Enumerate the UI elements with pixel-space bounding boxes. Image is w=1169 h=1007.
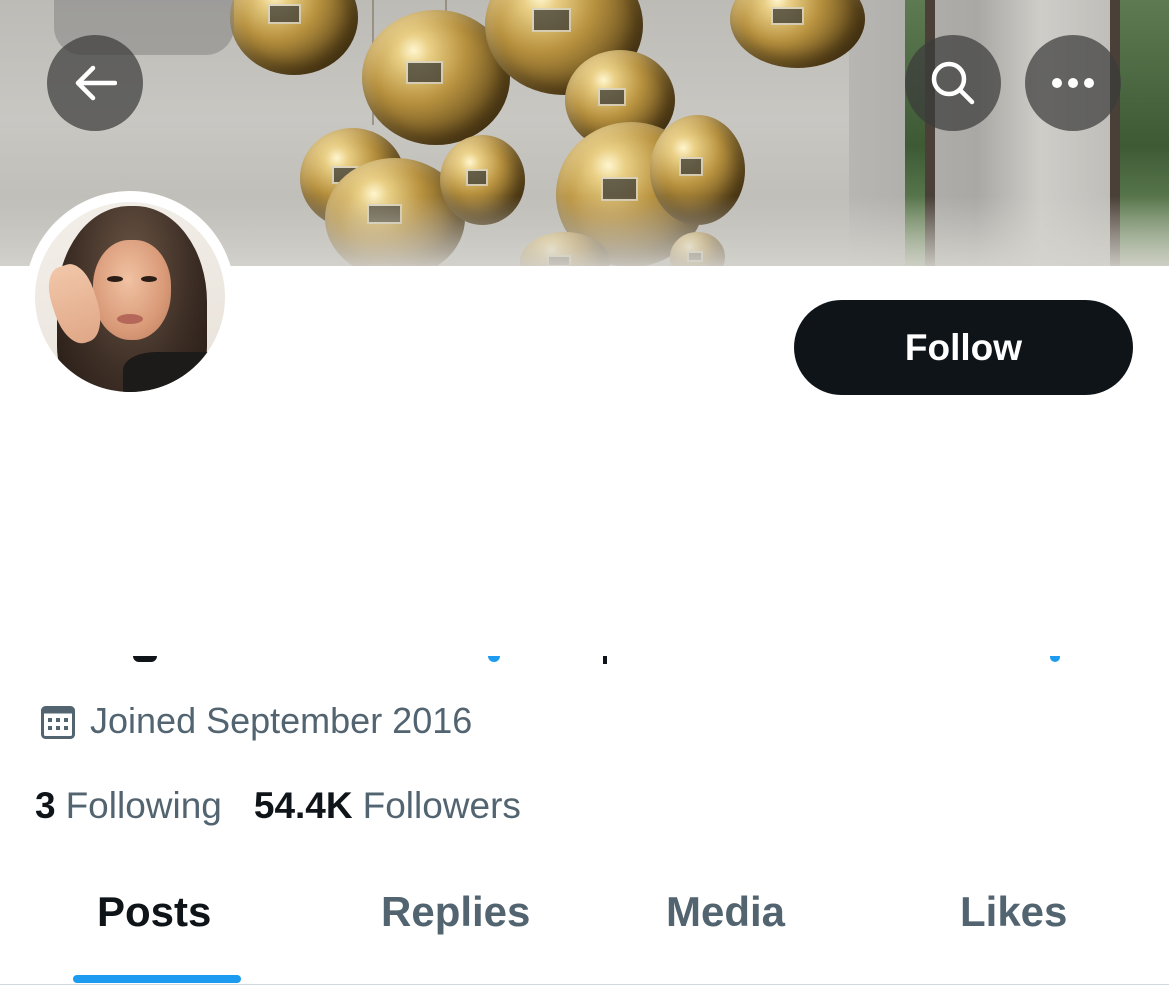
avatar[interactable]	[35, 202, 225, 392]
joined-text: Joined September 2016	[90, 700, 473, 741]
pendant-orb	[730, 0, 865, 68]
calendar-icon	[40, 702, 76, 740]
tab-replies[interactable]: Replies	[381, 888, 530, 936]
more-button[interactable]	[1025, 35, 1121, 131]
arrow-left-icon	[73, 63, 117, 103]
avatar-lips	[117, 314, 143, 324]
active-tab-indicator	[73, 975, 241, 983]
avatar-clothing	[123, 352, 225, 392]
following-label: Following	[65, 785, 222, 826]
avatar-eye	[141, 276, 157, 282]
avatar-face	[93, 240, 171, 340]
joined-date: Joined September 2016	[40, 698, 472, 744]
profile-stats: 3 Following 54.4K Followers	[35, 782, 521, 830]
more-horizontal-icon	[1051, 77, 1095, 89]
avatar-eye	[107, 276, 123, 282]
tabs-divider	[0, 984, 1169, 985]
following-link[interactable]: 3 Following	[35, 785, 222, 827]
pendant-orb	[230, 0, 358, 75]
follow-button[interactable]: Follow	[794, 300, 1133, 395]
profile-tabs: Posts Replies Media Likes	[0, 868, 1169, 985]
followers-link[interactable]: 54.4K Followers	[254, 785, 521, 827]
followers-label: Followers	[362, 785, 521, 826]
tab-likes[interactable]: Likes	[960, 888, 1067, 936]
followers-count: 54.4K	[253, 785, 353, 826]
tab-posts[interactable]: Posts	[97, 888, 211, 936]
search-icon	[930, 60, 976, 106]
tab-media[interactable]: Media	[666, 888, 785, 936]
clipped-bio-line	[0, 656, 1169, 666]
back-button[interactable]	[47, 35, 143, 131]
search-button[interactable]	[905, 35, 1001, 131]
following-count: 3	[35, 785, 56, 826]
